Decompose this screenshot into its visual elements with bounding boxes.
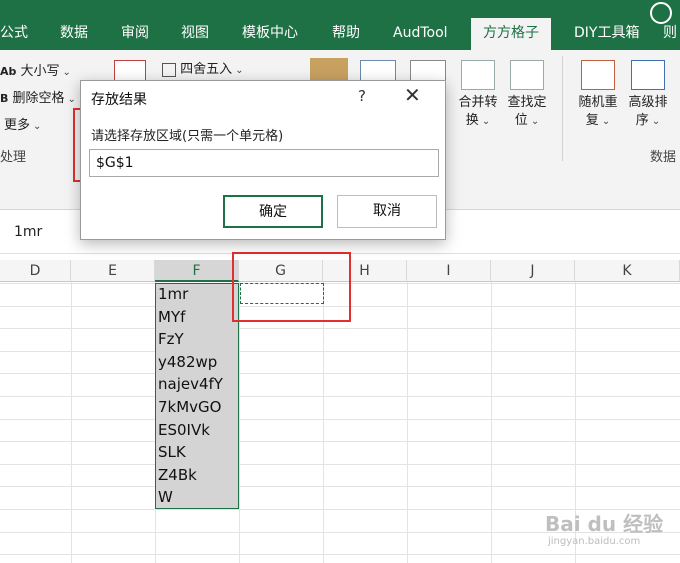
group-label-processing: 处理 [0,150,27,165]
column-header-k[interactable]: K [575,260,680,282]
cell-f1[interactable]: 1mr [158,283,188,305]
random-grid-icon [581,60,615,90]
row-line [0,463,680,465]
tab-diy-toolbox[interactable]: DIY工具箱 [574,22,639,50]
tab-view[interactable]: 视图 [181,22,209,50]
column-header-f[interactable]: F [155,260,239,282]
column-line [239,282,240,563]
column-header-i[interactable]: I [407,260,491,282]
tab-formulas[interactable]: 公式 [0,22,28,50]
cell-f5[interactable]: najev4fY [158,373,223,395]
round-button[interactable]: 四舍五入 ⌄ [162,58,244,77]
cell-f3[interactable]: FzY [158,328,184,350]
tab-template-center[interactable]: 模板中心 [242,22,298,50]
tab-data[interactable]: 数据 [60,22,88,50]
column-line [323,282,324,563]
formula-bar-value: 1mr [14,224,43,240]
row-line [0,554,680,556]
account-icon[interactable] [650,2,672,24]
tab-overflow[interactable]: 则 [663,22,677,50]
row-line [0,328,680,330]
remove-spaces-button[interactable]: B 删除空格 ⌄ [0,87,76,106]
range-input[interactable] [89,149,439,177]
tab-review[interactable]: 审阅 [121,22,149,50]
case-button[interactable]: Ab 大小写 ⌄ [0,60,71,79]
row-line [0,441,680,443]
cell-f6[interactable]: 7kMvGO [158,396,221,418]
help-icon[interactable]: ? [358,87,366,105]
tab-fangfang-gezi[interactable]: 方方格子 [471,18,551,50]
find-icon [510,60,544,90]
column-line [407,282,408,563]
cancel-button[interactable]: 取消 [337,195,437,228]
find-locate-button[interactable]: 查找定 位 ⌄ [503,60,551,131]
merge-icon [461,60,495,90]
grid-icon [162,62,176,77]
cell-f2[interactable]: MYf [158,306,185,328]
ok-button[interactable]: 确定 [223,195,323,228]
cell-f10[interactable]: W [158,486,173,508]
watermark-logo: Bai du 经验 [545,512,664,536]
column-header-d[interactable]: D [0,260,71,282]
tab-help[interactable]: 帮助 [332,22,360,50]
cell-f8[interactable]: SLK [158,441,186,463]
ribbon-tab-bar: 公式 数据 审阅 视图 模板中心 帮助 AudTool 方方格子 DIY工具箱 … [0,0,680,50]
sort-az-icon [631,60,665,90]
column-header-e[interactable]: E [71,260,155,282]
cell-f4[interactable]: y482wp [158,351,217,373]
highlight-g-column-box [232,252,351,322]
row-line [0,418,680,420]
watermark-url: jingyan.baidu.com [548,536,641,547]
dialog-title: 存放结果 [91,92,147,108]
group-label-data: 数据 [650,150,677,165]
merge-convert-button[interactable]: 合并转 换 ⌄ [454,60,502,131]
dialog-prompt: 请选择存放区域(只需一个单元格) [91,129,284,144]
more-button[interactable]: 更多 ⌄ [4,114,41,133]
row-line [0,373,680,375]
row-line [0,350,680,352]
row-line [0,486,680,488]
cell-f9[interactable]: Z4Bk [158,464,197,486]
cell-f7[interactable]: ES0IVk [158,419,210,441]
row-line [0,396,680,397]
column-line [491,282,492,563]
column-line [71,282,72,563]
save-result-dialog: 存放结果 ? ✕ 请选择存放区域(只需一个单元格) 确定 取消 [80,80,446,240]
random-repeat-button[interactable]: 随机重 复 ⌄ [574,60,622,131]
column-header-j[interactable]: J [491,260,575,282]
tab-audtool[interactable]: AudTool [393,22,448,50]
advanced-sort-button[interactable]: 高级排 序 ⌄ [624,60,672,131]
close-icon[interactable]: ✕ [404,83,421,107]
